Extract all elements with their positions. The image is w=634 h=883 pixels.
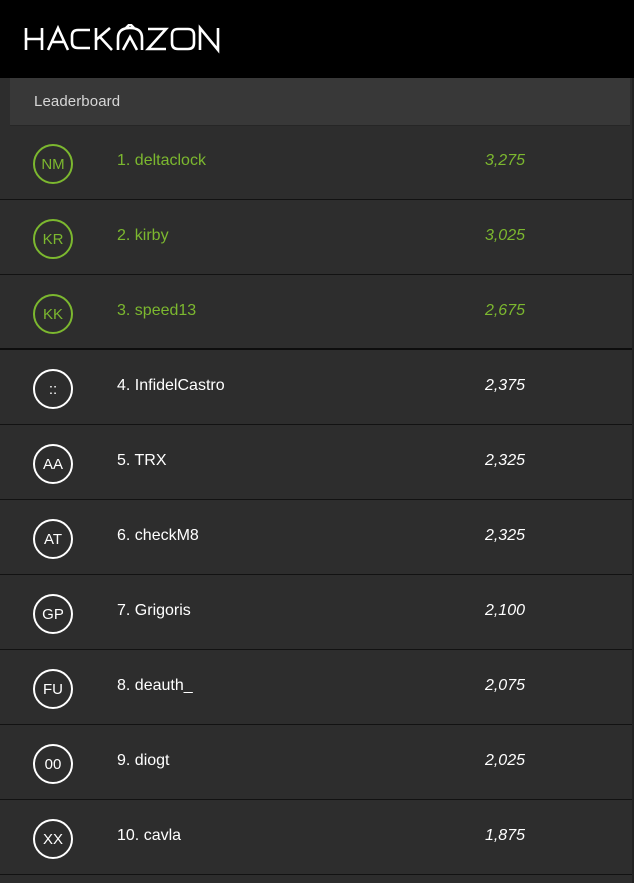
player-score: 2,100 (484, 602, 525, 619)
player-score: 2,075 (484, 677, 525, 694)
leaderboard-row[interactable]: KK 3. speed13 2,675 (0, 275, 632, 350)
avatar: AT (33, 519, 73, 559)
player-name[interactable]: 3. speed13 (117, 302, 196, 320)
logo-wordmark (24, 24, 220, 54)
leaderboard-panel: Leaderboard NM 1. deltaclock 3,275 KR 2.… (0, 78, 634, 883)
panel-title: Leaderboard (34, 93, 121, 110)
player-score: 2,025 (484, 752, 525, 769)
player-name[interactable]: 6. checkM8 (117, 527, 199, 545)
leaderboard-row[interactable]: 00 9. diogt 2,025 (0, 725, 632, 800)
player-score: 3,025 (484, 227, 525, 244)
avatar: XX (33, 819, 73, 859)
avatar: NM (33, 144, 73, 184)
player-score: 2,325 (484, 452, 525, 469)
player-score: 2,675 (484, 302, 525, 319)
avatar: AA (33, 444, 73, 484)
player-name[interactable]: 9. diogt (117, 752, 169, 770)
player-name[interactable]: 8. deauth_ (117, 677, 193, 695)
avatar: 00 (33, 744, 73, 784)
player-name[interactable]: 10. cavla (117, 827, 181, 845)
leaderboard-row[interactable]: AT 6. checkM8 2,325 (0, 500, 632, 575)
player-name[interactable]: 4. InfidelCastro (117, 377, 225, 395)
player-score: 3,275 (484, 152, 525, 169)
player-name[interactable]: 1. deltaclock (117, 152, 206, 170)
leaderboard-row[interactable]: GP 7. Grigoris 2,100 (0, 575, 632, 650)
leaderboard-row[interactable]: AA 5. TRX 2,325 (0, 425, 632, 500)
leaderboard-row[interactable]: NM 1. deltaclock 3,275 (0, 125, 632, 200)
hackazon-logo[interactable] (24, 24, 224, 54)
avatar: KK (33, 294, 73, 334)
leaderboard-row[interactable]: KR 2. kirby 3,025 (0, 200, 632, 275)
leaderboard-row[interactable]: :: 4. InfidelCastro 2,375 (0, 350, 632, 425)
player-name[interactable]: 5. TRX (117, 452, 167, 470)
leaderboard-row[interactable]: FU 8. deauth_ 2,075 (0, 650, 632, 725)
avatar: FU (33, 669, 73, 709)
avatar: :: (33, 369, 73, 409)
top-bar (0, 0, 634, 78)
leaderboard-list: NM 1. deltaclock 3,275 KR 2. kirby 3,025… (0, 125, 632, 875)
player-name[interactable]: 2. kirby (117, 227, 169, 245)
panel-header: Leaderboard (10, 78, 630, 126)
leaderboard-row[interactable]: XX 10. cavla 1,875 (0, 800, 632, 875)
player-score: 2,375 (484, 377, 525, 394)
avatar: GP (33, 594, 73, 634)
player-score: 2,325 (484, 527, 525, 544)
avatar: KR (33, 219, 73, 259)
player-score: 1,875 (484, 827, 525, 844)
player-name[interactable]: 7. Grigoris (117, 602, 191, 620)
